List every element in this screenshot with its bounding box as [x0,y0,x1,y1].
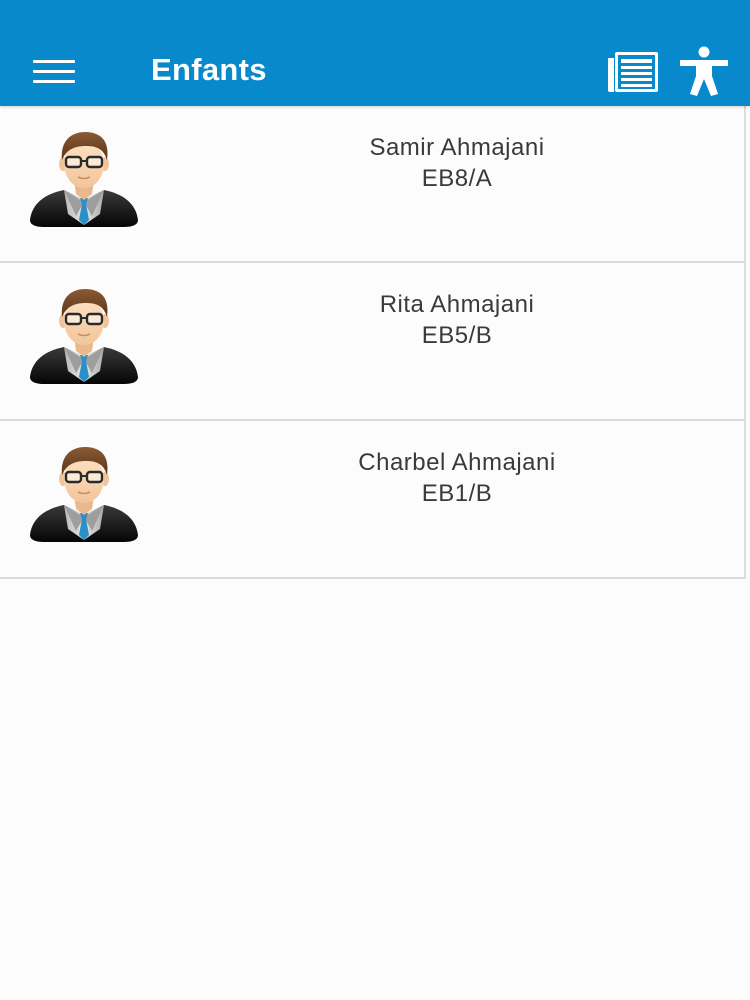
list-item[interactable]: Rita Ahmajani EB5/B [0,263,746,421]
avatar [28,287,140,385]
app-bar: Enfants [0,0,750,106]
child-class: EB1/B [421,480,493,507]
child-name: Rita Ahmajani [379,291,535,318]
avatar [28,445,140,543]
list-item[interactable]: Charbel Ahmajani EB1/B [0,421,746,579]
page-title: Enfants [151,52,267,87]
avatar [28,130,140,228]
newspaper-icon[interactable] [606,50,660,94]
child-class: EB8/A [421,165,493,192]
child-class: EB5/B [421,322,493,349]
child-name: Charbel Ahmajani [358,449,556,476]
child-name: Samir Ahmajani [369,134,545,161]
hamburger-menu-icon[interactable] [33,60,76,84]
list-item[interactable]: Samir Ahmajani EB8/A [0,106,746,263]
accessibility-person-icon[interactable] [678,46,730,96]
children-list: Samir Ahmajani EB8/A Rita Ahmajani EB5/B… [0,106,746,579]
